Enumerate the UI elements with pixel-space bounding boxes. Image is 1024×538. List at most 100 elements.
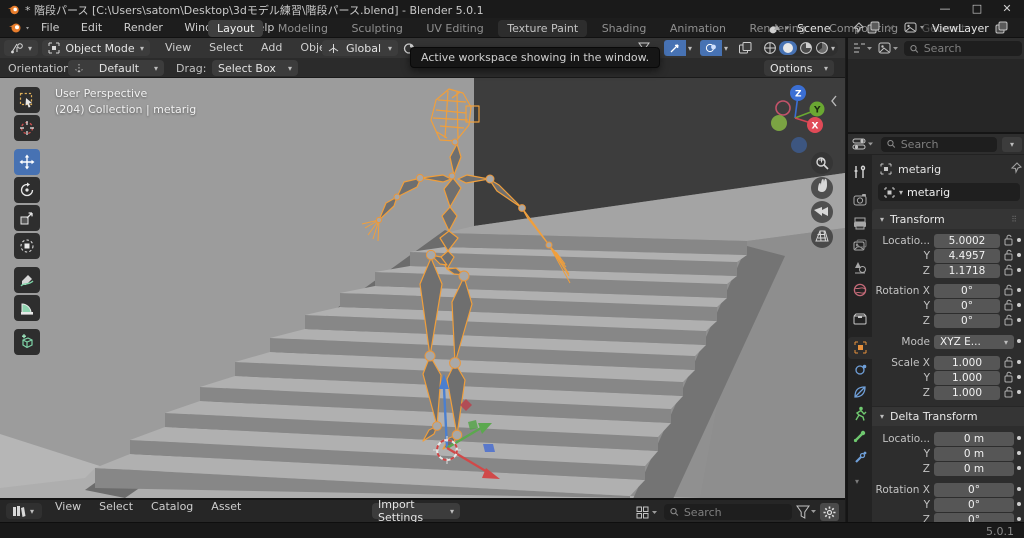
outliner-display-mode-icon[interactable] [878, 42, 900, 55]
lock-open-icon[interactable] [1004, 371, 1013, 383]
tab-bone-icon[interactable] [853, 429, 867, 443]
object-name-value[interactable]: metarig [907, 186, 950, 199]
tab-scene-icon[interactable] [853, 261, 867, 274]
tab-layout[interactable]: Layout [208, 20, 263, 37]
tab-texture-paint[interactable]: Texture Paint [498, 20, 587, 37]
properties-editor-icon[interactable] [852, 137, 876, 151]
lock-open-icon[interactable] [1004, 234, 1013, 246]
tool-move[interactable] [14, 149, 40, 175]
pin-icon[interactable] [1010, 162, 1022, 174]
delta-transform-panel-header[interactable]: ▾ Delta Transform [872, 406, 1024, 426]
zoom-button[interactable] [811, 152, 833, 174]
location-z-field[interactable]: 1.1718 [934, 264, 1000, 278]
new-viewlayer-copy-icon[interactable] [994, 21, 1010, 35]
tab-output-icon[interactable] [853, 217, 867, 230]
scene-name[interactable]: Scene [797, 22, 831, 35]
options-dropdown[interactable]: Options ▾ [764, 60, 834, 76]
tab-sculpting[interactable]: Sculpting [342, 20, 411, 37]
object-name-field[interactable]: ▾ metarig [878, 183, 1020, 201]
tab-tool-icon[interactable] [853, 165, 867, 179]
tool-rotate[interactable] [14, 177, 40, 203]
import-settings-dropdown[interactable]: Import Settings ▾ [372, 503, 460, 519]
delta-rotation-y-field[interactable]: 0° [934, 498, 1014, 512]
tab-object-data-icon[interactable] [853, 406, 867, 421]
tool-transform[interactable] [14, 233, 40, 259]
menu-add[interactable]: Add [252, 38, 291, 58]
minimize-button[interactable]: — [938, 2, 952, 15]
menu-file[interactable]: File [32, 18, 68, 38]
properties-search-input[interactable] [901, 138, 991, 151]
menu-asset-view[interactable]: View [46, 500, 90, 522]
lock-open-icon[interactable] [1004, 314, 1013, 326]
animate-dot[interactable] [1017, 339, 1021, 343]
scale-x-field[interactable]: 1.000 [934, 356, 1000, 370]
tool-scale[interactable] [14, 205, 40, 231]
rotation-y-field[interactable]: 0° [934, 299, 1000, 313]
nav-axis-y-neg[interactable] [771, 115, 787, 131]
unlink-scene-icon[interactable]: ✕ [886, 22, 895, 35]
shading-material-icon[interactable] [799, 41, 813, 55]
menu-select[interactable]: Select [200, 38, 252, 58]
tool-select-box[interactable] [14, 87, 40, 113]
animate-dot[interactable] [1017, 253, 1021, 257]
nav-axis-z-neg[interactable] [791, 137, 807, 153]
rotation-z-field[interactable]: 0° [934, 314, 1000, 328]
orientation-dropdown[interactable]: Default ▾ [68, 60, 164, 76]
tab-strip-overflow-chevron[interactable]: ▾ [855, 477, 859, 486]
tab-render-icon[interactable] [853, 193, 867, 206]
animate-dot[interactable] [1017, 390, 1021, 394]
delta-location-z-field[interactable]: 0 m [934, 462, 1014, 476]
xray-toggle-icon[interactable] [738, 41, 753, 55]
tab-view-layer-icon[interactable] [853, 239, 867, 252]
maximize-button[interactable]: □ [970, 2, 984, 15]
lock-open-icon[interactable] [1004, 299, 1013, 311]
drag-dropdown[interactable]: Select Box ▾ [212, 60, 298, 76]
show-gizmo-button[interactable] [664, 40, 686, 56]
outliner-search-input[interactable] [924, 42, 1016, 55]
animate-dot[interactable] [1017, 502, 1021, 506]
shading-wireframe-icon[interactable] [763, 41, 777, 55]
delta-rotation-x-field[interactable]: 0° [934, 483, 1014, 497]
asset-editor-type-button[interactable]: ▾ [6, 503, 42, 519]
tab-object-icon[interactable] [854, 341, 867, 354]
tab-animation[interactable]: Animation [661, 20, 735, 37]
tool-add-primitive[interactable] [14, 329, 40, 355]
animate-dot[interactable] [1017, 466, 1021, 470]
animate-dot[interactable] [1017, 268, 1021, 272]
pin-icon[interactable] [852, 22, 864, 34]
menu-asset-select[interactable]: Select [90, 500, 142, 522]
view-layer-name[interactable]: ViewLayer [932, 22, 989, 35]
viewport-3d[interactable]: Z Y X Us [0, 78, 845, 498]
asset-search[interactable] [664, 504, 792, 520]
delta-location-y-field[interactable]: 0 m [934, 447, 1014, 461]
location-x-field[interactable]: 5.0002 [934, 234, 1000, 248]
asset-search-input[interactable] [684, 506, 786, 519]
tab-shading[interactable]: Shading [593, 20, 656, 37]
scale-z-field[interactable]: 1.000 [934, 386, 1000, 400]
animate-dot[interactable] [1017, 303, 1021, 307]
animate-dot[interactable] [1017, 375, 1021, 379]
properties-options-chevron[interactable]: ▾ [1002, 137, 1022, 152]
animate-dot[interactable] [1017, 451, 1021, 455]
lock-open-icon[interactable] [1004, 284, 1013, 296]
perspective-toggle-button[interactable] [811, 226, 833, 248]
animate-dot[interactable] [1017, 238, 1021, 242]
animate-dot[interactable] [1017, 360, 1021, 364]
breadcrumb[interactable]: metarig [898, 163, 941, 176]
rotation-x-field[interactable]: 0° [934, 284, 1000, 298]
shading-rendered-icon[interactable] [815, 41, 829, 55]
menu-render[interactable]: Render [115, 18, 172, 38]
animate-dot[interactable] [1017, 517, 1021, 521]
lock-open-icon[interactable] [1004, 249, 1013, 261]
transform-orientation-dropdown[interactable]: Global ▾ [322, 40, 398, 56]
shading-dropdown-chevron[interactable]: ▾ [831, 44, 835, 53]
menu-asset-catalog[interactable]: Catalog [142, 500, 202, 522]
show-overlays-button[interactable] [700, 40, 722, 56]
blender-menu-icon[interactable] [8, 22, 32, 34]
asset-settings-button[interactable] [820, 503, 839, 521]
transform-panel-header[interactable]: ▾ Transform ⠿ [872, 209, 1024, 229]
menu-asset-asset[interactable]: Asset [202, 500, 250, 522]
lock-open-icon[interactable] [1004, 356, 1013, 368]
lock-open-icon[interactable] [1004, 264, 1013, 276]
rotation-mode-dropdown[interactable]: XYZ E... ▾ [934, 335, 1014, 349]
